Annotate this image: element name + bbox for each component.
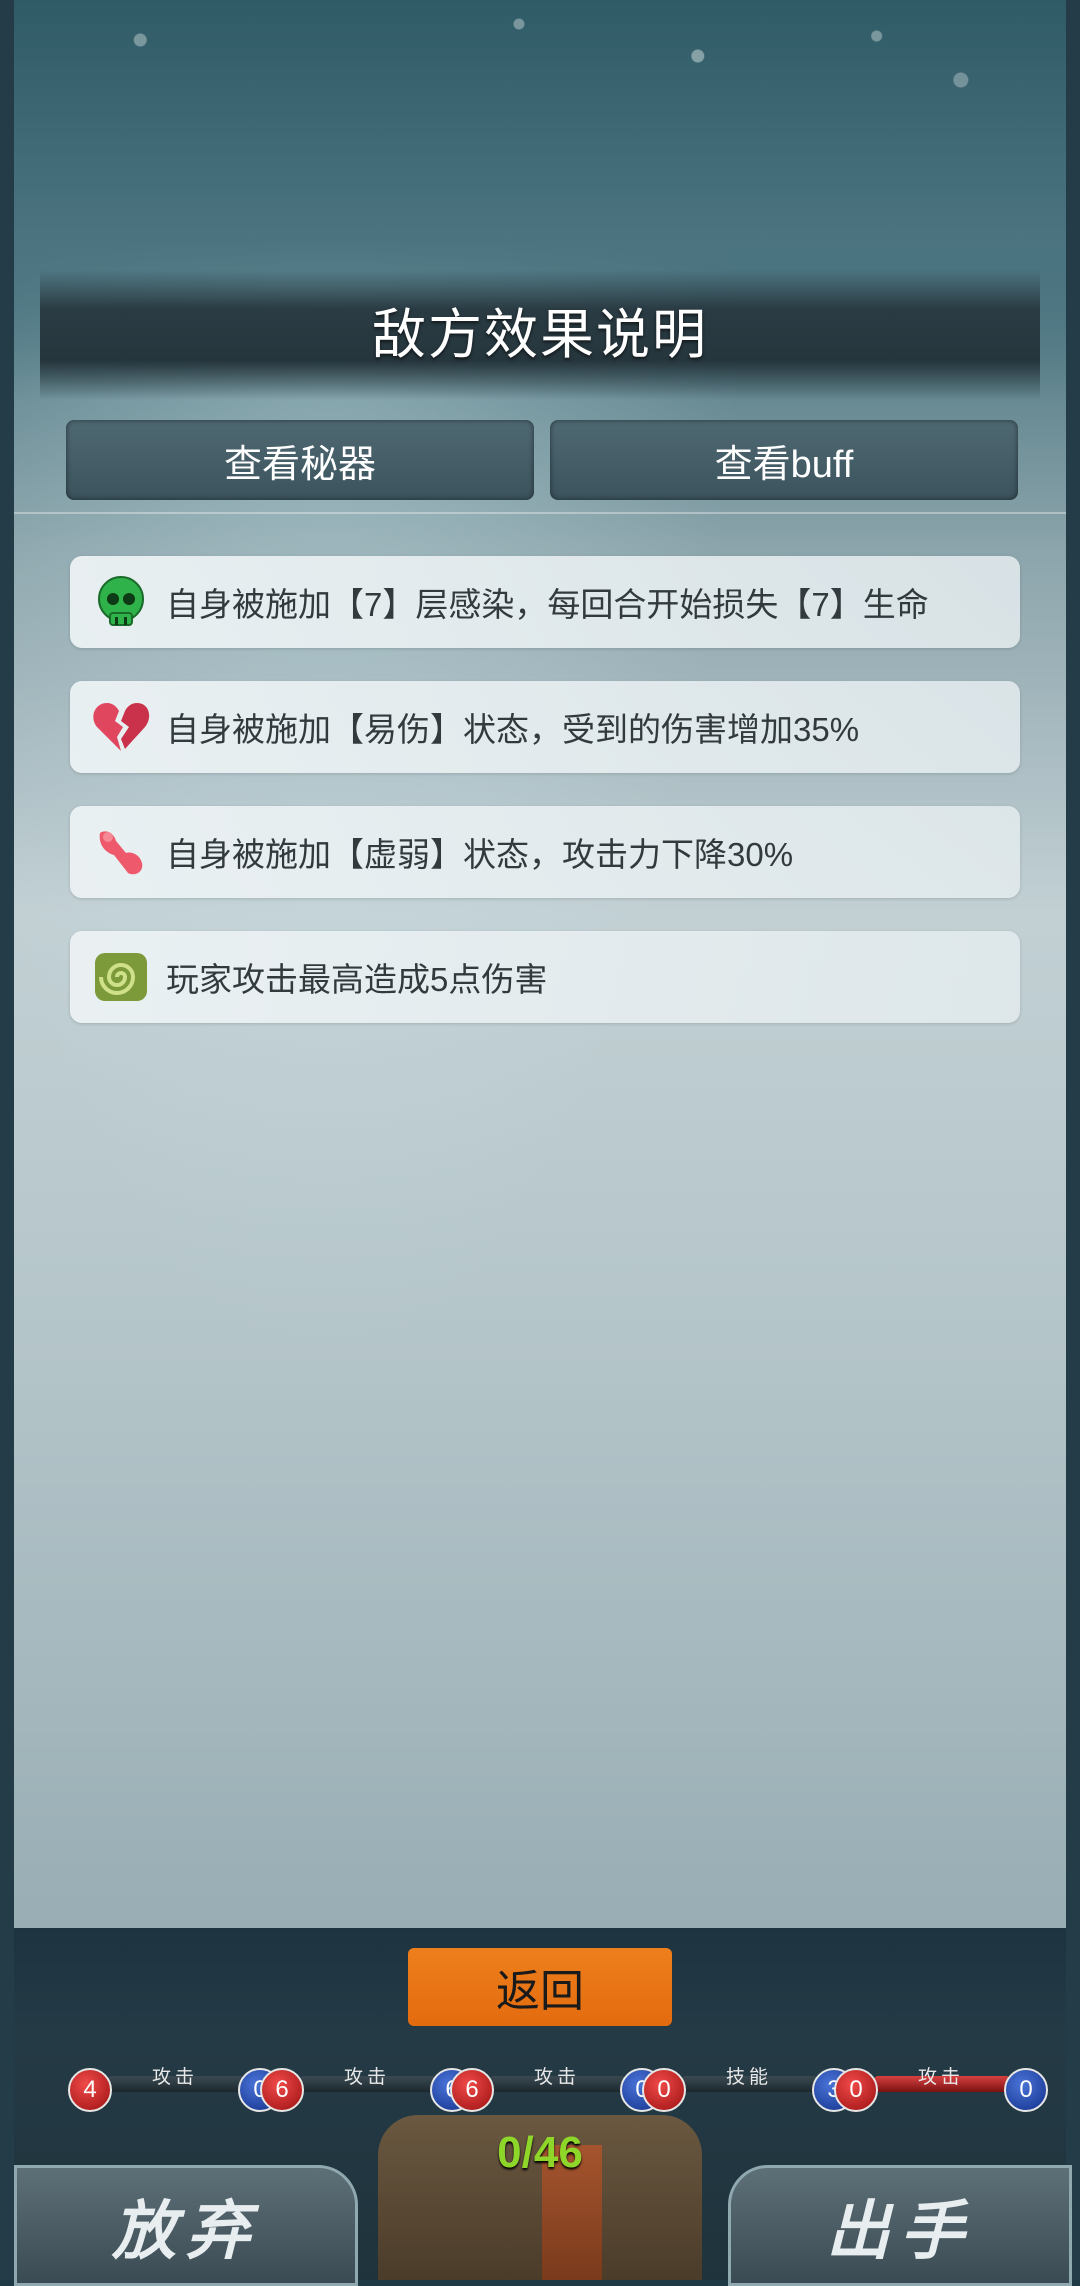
- card-type-label: 攻击: [343, 2067, 390, 2088]
- effect-text: 玩家攻击最高造成5点伤害: [166, 961, 548, 998]
- cost-badge: 6: [450, 2068, 494, 2112]
- card-slot[interactable]: 攻击 6 6: [260, 2062, 474, 2112]
- card-type-label: 攻击: [533, 2067, 580, 2088]
- cost-badge: 0: [834, 2068, 878, 2112]
- cost-badge: 4: [68, 2068, 112, 2112]
- card-type-label: 攻击: [151, 2067, 198, 2088]
- spiral-icon: [90, 946, 152, 1008]
- effect-item: 玩家攻击最高造成5点伤害: [70, 931, 1020, 1023]
- cost-badge: 6: [260, 2068, 304, 2112]
- page-title: 敌方效果说明: [372, 305, 708, 365]
- card-slot[interactable]: 技能 0 3: [642, 2062, 856, 2112]
- card-slot[interactable]: 攻击 0 0: [834, 2062, 1048, 2112]
- abandon-button[interactable]: 放弃: [14, 2165, 358, 2286]
- value-badge: 0: [1004, 2068, 1048, 2112]
- card-slot[interactable]: 攻击 4 0: [68, 2062, 282, 2112]
- effect-text: 自身被施加【7】层感染，每回合开始损失【7】生命: [166, 586, 929, 623]
- tab-view-artifacts[interactable]: 查看秘器: [66, 420, 534, 500]
- tab-view-buff[interactable]: 查看buff: [550, 420, 1018, 500]
- broken-heart-icon: [90, 696, 152, 758]
- effect-item: 自身被施加【7】层感染，每回合开始损失【7】生命: [70, 556, 1020, 648]
- effect-item: 自身被施加【易伤】状态，受到的伤害增加35%: [70, 681, 1020, 773]
- effect-item: 自身被施加【虚弱】状态，攻击力下降30%: [70, 806, 1020, 898]
- effect-text: 自身被施加【虚弱】状态，攻击力下降30%: [166, 836, 794, 873]
- divider: [14, 512, 1066, 514]
- play-button[interactable]: 出手: [728, 2165, 1072, 2286]
- effect-text: 自身被施加【易伤】状态，受到的伤害增加35%: [166, 711, 860, 748]
- skull-icon: [90, 571, 152, 633]
- cost-badge: 0: [642, 2068, 686, 2112]
- card-slot[interactable]: 攻击 6 0: [450, 2062, 664, 2112]
- return-button[interactable]: 返回: [408, 1948, 672, 2026]
- card-type-label: 攻击: [917, 2067, 964, 2088]
- weak-arm-icon: [90, 821, 152, 883]
- card-type-label: 技能: [725, 2067, 772, 2088]
